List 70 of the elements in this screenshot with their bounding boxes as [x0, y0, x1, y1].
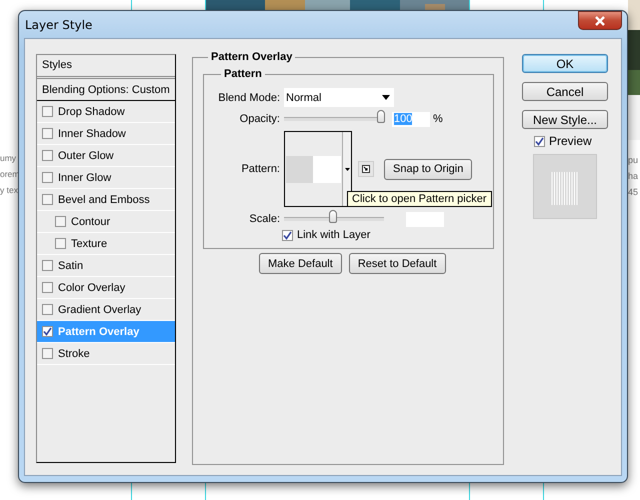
style-label: Drop Shadow — [58, 106, 125, 118]
dialog-button[interactable]: Cancel — [522, 82, 608, 101]
style-preview-thumbnail — [533, 154, 597, 219]
opacity-slider-thumb[interactable] — [377, 110, 385, 123]
group-title: Pattern Overlay — [208, 51, 296, 64]
checkbox[interactable] — [42, 172, 53, 183]
close-icon — [594, 16, 606, 26]
style-item[interactable]: Inner Glow — [37, 167, 175, 189]
background-text: ha — [628, 171, 638, 181]
style-label: Outer Glow — [58, 150, 114, 162]
scale-slider-thumb[interactable] — [328, 210, 336, 223]
checkbox[interactable] — [42, 128, 53, 139]
style-label: Color Overlay — [58, 282, 126, 294]
checkbox[interactable] — [55, 216, 66, 227]
pattern-swatch[interactable] — [284, 131, 352, 207]
background-text: umy — [0, 153, 16, 163]
style-label: Pattern Overlay — [58, 326, 140, 338]
checkbox-label: Preview — [549, 134, 592, 148]
new-preset-icon — [362, 165, 370, 173]
new-preset-button[interactable] — [358, 161, 374, 177]
checkbox-label: Link with Layer — [297, 229, 370, 241]
style-item[interactable]: Texture — [37, 233, 175, 255]
checkbox[interactable] — [42, 150, 53, 161]
checkbox[interactable] — [42, 260, 53, 271]
background-text: pu — [628, 155, 638, 165]
style-label: Inner Shadow — [58, 128, 126, 140]
style-label: Stroke — [58, 348, 90, 360]
style-item[interactable]: Satin — [37, 255, 175, 277]
field-label: Scale: — [248, 213, 281, 225]
field-label: Pattern: — [240, 163, 281, 175]
default-button[interactable]: Make Default — [259, 253, 342, 274]
style-item[interactable]: Stroke — [37, 343, 175, 365]
field-label: Opacity: — [238, 113, 281, 125]
style-item[interactable]: Drop Shadow — [37, 101, 175, 123]
tooltip: Click to open Pattern picker — [347, 191, 492, 207]
dialog-button[interactable]: OK — [522, 54, 608, 73]
style-item[interactable]: Outer Glow — [37, 145, 175, 167]
checkbox[interactable] — [42, 106, 53, 117]
checkbox[interactable] — [42, 282, 53, 293]
checkbox[interactable] — [42, 326, 53, 337]
checkbox[interactable] — [42, 348, 53, 359]
style-item[interactable]: Color Overlay — [37, 277, 175, 299]
style-label: Contour — [71, 216, 110, 228]
checkbox[interactable] — [42, 194, 53, 205]
style-label: Inner Glow — [58, 172, 112, 184]
snap-to-origin-button[interactable]: Snap to Origin — [384, 158, 472, 180]
dialog-button[interactable]: New Style... — [522, 110, 608, 129]
style-label: Gradient Overlay — [58, 304, 142, 316]
checkbox[interactable] — [55, 238, 66, 249]
styles-header[interactable]: Styles — [37, 55, 175, 79]
style-label: Satin — [58, 260, 84, 272]
field-label: Blend Mode: — [217, 92, 281, 104]
blending-options-item[interactable]: Blending Options: Custom — [37, 79, 175, 101]
dropdown-arrow-icon — [344, 168, 350, 170]
checkbox[interactable] — [42, 304, 53, 315]
background-text: 45 — [628, 187, 638, 197]
style-label: Bevel and Emboss — [58, 194, 150, 206]
close-button[interactable] — [578, 11, 622, 30]
window-title: Layer Style — [25, 18, 92, 32]
style-label: Texture — [71, 238, 108, 250]
dropdown-arrow-icon — [382, 95, 390, 100]
style-item[interactable]: Contour — [37, 211, 175, 233]
style-item[interactable]: Inner Shadow — [37, 123, 175, 145]
unit-label: % — [433, 113, 443, 125]
checkbox[interactable] — [282, 230, 293, 240]
style-item[interactable]: Bevel and Emboss — [37, 189, 175, 211]
blend-mode-dropdown[interactable]: Normal — [284, 88, 394, 107]
checkbox[interactable] — [534, 136, 545, 146]
default-button[interactable]: Reset to Default — [348, 253, 446, 274]
background-text: y tex — [0, 185, 18, 195]
